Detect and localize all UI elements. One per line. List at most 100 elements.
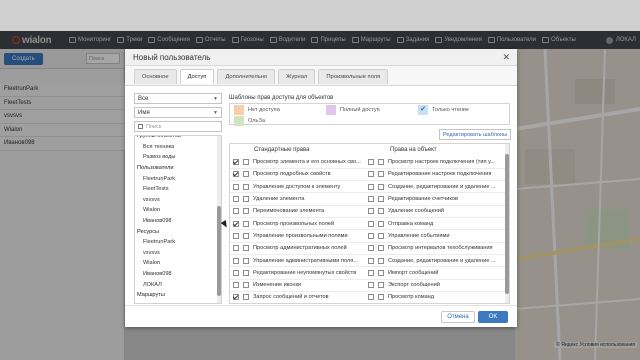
checkbox-template[interactable] [368, 282, 374, 289]
standard-right-row[interactable]: Просмотр элемента и его основных сво... [233, 156, 361, 168]
checkbox-object[interactable] [378, 159, 384, 166]
standard-right-row[interactable]: Изменение иконки [233, 279, 361, 291]
checkbox-template[interactable] [233, 282, 239, 289]
object-right-row[interactable]: Просмотр интервалов техобслуживания [368, 242, 504, 254]
checkbox-object[interactable] [243, 159, 249, 166]
object-right-row[interactable]: Редактирование настроек подключения [368, 168, 504, 180]
checkbox-template[interactable] [368, 208, 374, 215]
checkbox-object[interactable] [243, 269, 249, 276]
checkbox-object[interactable] [378, 183, 384, 190]
template-option[interactable]: ✔ Только чтение [418, 104, 469, 115]
checkbox-object[interactable] [243, 220, 249, 227]
checkbox-template[interactable] [233, 171, 239, 178]
tree-item[interactable]: Иванов098 [135, 269, 219, 280]
checkbox-template[interactable] [368, 159, 374, 166]
object-right-row[interactable]: Импорт сообщений [368, 267, 504, 279]
tree-item[interactable]: Иванов098 [135, 216, 219, 227]
object-right-row[interactable]: Создание, редактирование и удаление ... [368, 254, 504, 266]
checkbox-template[interactable] [233, 257, 239, 264]
checkbox-object[interactable] [378, 171, 384, 178]
checkbox-template[interactable] [368, 171, 374, 178]
tree-item[interactable]: ЛОКАЛ [135, 279, 219, 290]
object-right-row[interactable]: Управление событиями [368, 230, 504, 242]
standard-right-row[interactable]: Просмотр административных полей [233, 242, 361, 254]
standard-right-row[interactable]: Запрос сообщений и отчетов [233, 291, 361, 303]
rights-scrollbar-thumb[interactable] [505, 154, 509, 294]
tree-item[interactable]: FleetrunPark [135, 173, 219, 184]
tree-scrollbar[interactable] [217, 136, 221, 303]
template-option[interactable]: Полный доступ [326, 104, 380, 115]
checkbox-object[interactable] [378, 257, 384, 264]
checkbox-template[interactable] [233, 208, 239, 215]
checkbox-object[interactable] [378, 269, 384, 276]
checkbox-template[interactable] [368, 232, 374, 239]
standard-right-row[interactable]: Управление доступом к элементу [233, 181, 361, 193]
cancel-button[interactable]: Отмена [441, 311, 475, 323]
checkbox-object[interactable] [378, 245, 384, 252]
object-right-row[interactable]: Просмотр настроек подключения (тип у... [368, 156, 504, 168]
access-search-input[interactable]: Поиск [134, 121, 222, 132]
tree-item[interactable]: Развоз воды [135, 152, 219, 163]
type-filter-select[interactable]: Все ▼ [134, 93, 222, 104]
checkbox-object[interactable] [243, 196, 249, 203]
tree-scrollbar-thumb[interactable] [217, 206, 221, 296]
tab-4[interactable]: Журнал [278, 69, 316, 84]
checkbox-object[interactable] [378, 294, 384, 301]
tab-1[interactable]: Основное [134, 69, 177, 84]
standard-right-row[interactable]: Просмотр произвольных полей [233, 218, 361, 230]
tree-item[interactable]: FleetrunPark [135, 237, 219, 248]
checkbox-template[interactable] [368, 183, 374, 190]
checkbox-template[interactable] [368, 220, 374, 227]
checkbox-template[interactable] [368, 269, 374, 276]
checkbox-template[interactable] [368, 196, 374, 203]
edit-templates-button[interactable]: Редактировать шаблоны [439, 129, 511, 140]
standard-right-row[interactable]: Переименование элемента [233, 205, 361, 217]
object-right-row[interactable]: Удаление сообщений [368, 205, 504, 217]
checkbox-template[interactable] [233, 269, 239, 276]
checkbox-template[interactable] [233, 294, 239, 301]
checkbox-template[interactable] [233, 232, 239, 239]
tree-item[interactable]: vsvsvs [135, 248, 219, 259]
tab-2[interactable]: Доступ [179, 69, 215, 84]
tree-item[interactable]: FleetTests [135, 184, 219, 195]
checkbox-object[interactable] [243, 232, 249, 239]
object-right-row[interactable]: Отправка команд [368, 218, 504, 230]
tab-5[interactable]: Произвольные поля [318, 69, 389, 84]
checkbox-object[interactable] [378, 208, 384, 215]
object-right-row[interactable]: Редактирование счетчиков [368, 193, 504, 205]
object-right-row[interactable]: Просмотр команд [368, 291, 504, 303]
tab-3[interactable]: Дополнительно [217, 69, 276, 84]
standard-right-row[interactable]: Удаление элемента [233, 193, 361, 205]
checkbox-object[interactable] [378, 196, 384, 203]
checkbox-object[interactable] [243, 257, 249, 264]
checkbox-object[interactable] [378, 282, 384, 289]
tree-item[interactable]: Wialon [135, 205, 219, 216]
sort-filter-select[interactable]: Имя ▼ [134, 107, 222, 118]
object-right-row[interactable]: Создание, редактирование и удаление ... [368, 181, 504, 193]
checkbox-object[interactable] [378, 232, 384, 239]
checkbox-object[interactable] [378, 220, 384, 227]
checkbox-template[interactable] [233, 220, 239, 227]
template-option[interactable]: ОльЗа [234, 115, 265, 126]
checkbox-template[interactable] [368, 294, 374, 301]
checkbox-template[interactable] [368, 245, 374, 252]
tree-item[interactable]: vsvsvs [135, 195, 219, 206]
standard-right-row[interactable]: Управление административными поля... [233, 254, 361, 266]
checkbox-object[interactable] [243, 245, 249, 252]
checkbox-object[interactable] [243, 208, 249, 215]
template-option[interactable]: Нет доступа [234, 104, 280, 115]
rights-scrollbar[interactable] [505, 144, 509, 303]
checkbox-template[interactable] [233, 245, 239, 252]
checkbox-object[interactable] [243, 183, 249, 190]
checkbox-object[interactable] [243, 171, 249, 178]
checkbox-object[interactable] [243, 294, 249, 301]
object-right-row[interactable]: Экспорт сообщений [368, 279, 504, 291]
checkbox-template[interactable] [233, 183, 239, 190]
tree-item[interactable]: 111м [135, 301, 219, 304]
standard-right-row[interactable]: Управление произвольными полями [233, 230, 361, 242]
checkbox-template[interactable] [233, 159, 239, 166]
checkbox-template[interactable] [233, 196, 239, 203]
standard-right-row[interactable]: Просмотр подробных свойств [233, 168, 361, 180]
ok-button[interactable]: OK [478, 311, 508, 323]
tree-item[interactable]: Wialon [135, 258, 219, 269]
